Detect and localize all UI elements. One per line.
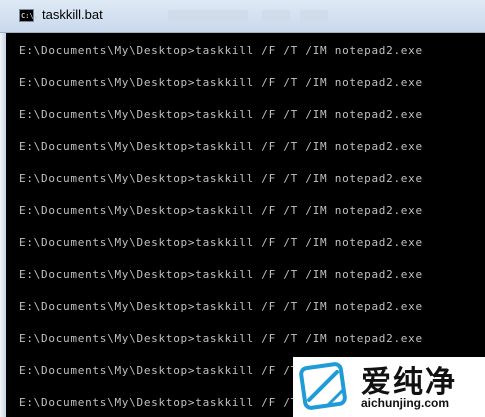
watermark-logo: 爱纯净 aichunjing.com — [293, 357, 485, 417]
blurred-title-text — [300, 10, 328, 22]
console-line: E:\Documents\My\Desktop>taskkill /F /T /… — [19, 268, 423, 281]
console-line: E:\Documents\My\Desktop>taskkill /F /T /… — [19, 236, 423, 249]
console-line: E:\Documents\My\Desktop>taskkill /F /T /… — [19, 332, 423, 345]
console-line: E:\Documents\My\Desktop>taskkill /F /T /… — [19, 108, 423, 121]
console-line: E:\Documents\My\Desktop>taskkill /F /T /… — [19, 300, 423, 313]
logo-icon — [299, 362, 347, 410]
console-line: E:\Documents\My\Desktop>taskkill /F /T /… — [19, 76, 423, 89]
blurred-title-text — [262, 10, 290, 22]
console-line: E:\Documents\My\Desktop>taskkill /F /T /… — [19, 44, 423, 57]
blurred-title-text — [168, 10, 248, 22]
console-line: E:\Documents\My\Desktop>taskkill /F /T /… — [19, 140, 423, 153]
console-line: E:\Documents\My\Desktop>taskkill /F /T /… — [19, 204, 423, 217]
logo-url: aichunjing.com — [361, 396, 450, 410]
window-title: taskkill.bat — [42, 7, 103, 22]
cmd-icon: C:\. — [19, 9, 38, 22]
title-bar[interactable]: C:\. taskkill.bat — [0, 0, 485, 33]
console-line: E:\Documents\My\Desktop>taskkill /F /T /… — [19, 172, 423, 185]
logo-name: 爱纯净 — [361, 365, 457, 400]
